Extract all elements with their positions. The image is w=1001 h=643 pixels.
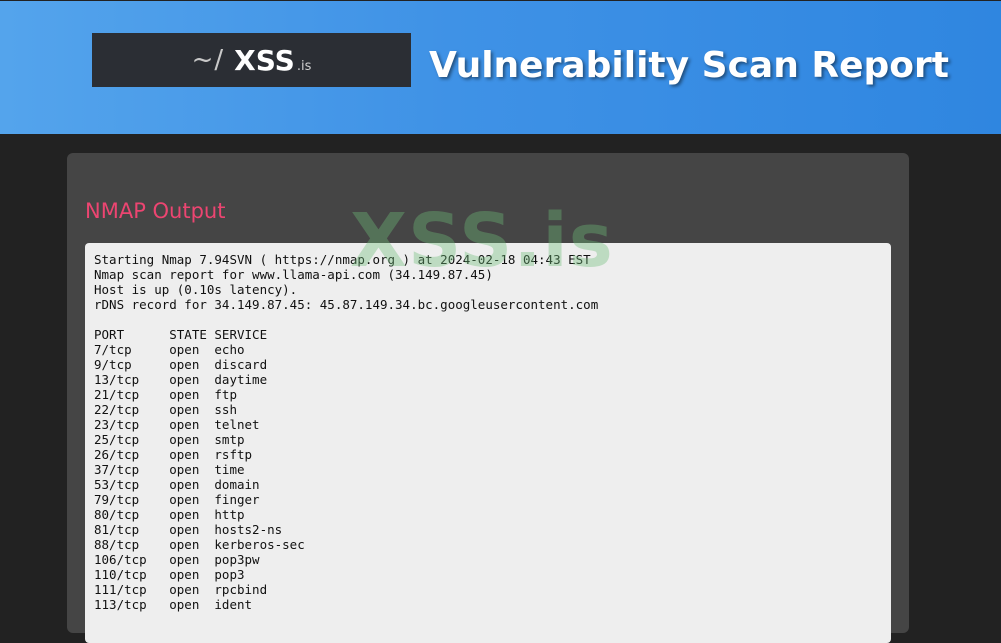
output-line: 13/tcp open daytime xyxy=(94,372,268,387)
nmap-output-text: Starting Nmap 7.94SVN ( https://nmap.org… xyxy=(94,252,882,612)
logo-name: XSS xyxy=(234,43,295,77)
site-logo[interactable]: ~/ XSS .is xyxy=(92,33,411,87)
logo-tld: .is xyxy=(296,58,312,74)
output-line: 53/tcp open domain xyxy=(94,477,260,492)
output-line: Nmap scan report for www.llama-api.com (… xyxy=(94,267,493,282)
output-line: 7/tcp open echo xyxy=(94,342,245,357)
output-line: 81/tcp open hosts2-ns xyxy=(94,522,283,537)
output-line: 9/tcp open discard xyxy=(94,357,268,372)
output-line: 26/tcp open rsftp xyxy=(94,447,253,462)
output-line: Host is up (0.10s latency). xyxy=(94,282,298,297)
output-line: 88/tcp open kerberos-sec xyxy=(94,537,305,552)
output-line: 110/tcp open pop3 xyxy=(94,567,245,582)
output-line: 22/tcp open ssh xyxy=(94,402,237,417)
report-panel: NMAP Output Starting Nmap 7.94SVN ( http… xyxy=(67,153,909,643)
output-line: rDNS record for 34.149.87.45: 45.87.149.… xyxy=(94,297,599,312)
logo-prefix: ~/ xyxy=(191,45,225,75)
output-line: 80/tcp open http xyxy=(94,507,245,522)
output-line: Starting Nmap 7.94SVN ( https://nmap.org… xyxy=(94,252,591,267)
output-line: 23/tcp open telnet xyxy=(94,417,260,432)
section-title: NMAP Output xyxy=(85,199,226,223)
page-title: Vulnerability Scan Report xyxy=(429,45,949,86)
output-line: 79/tcp open finger xyxy=(94,492,260,507)
output-line: 113/tcp open ident xyxy=(94,597,253,612)
output-line: 111/tcp open rpcbind xyxy=(94,582,268,597)
output-line: 21/tcp open ftp xyxy=(94,387,237,402)
output-line: 106/tcp open pop3pw xyxy=(94,552,260,567)
report-header: ~/ XSS .is Vulnerability Scan Report xyxy=(0,0,1001,134)
output-line: PORT STATE SERVICE xyxy=(94,327,268,342)
output-line: 25/tcp open smtp xyxy=(94,432,245,447)
nmap-output-box: Starting Nmap 7.94SVN ( https://nmap.org… xyxy=(85,243,891,643)
output-line: 37/tcp open time xyxy=(94,462,245,477)
